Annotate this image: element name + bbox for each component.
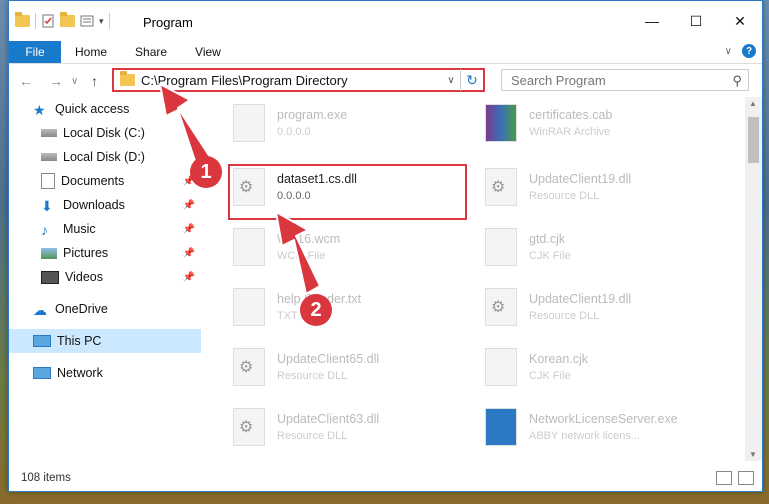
callout-1: 1 [190, 156, 222, 188]
annotation-arrows [159, 83, 321, 295]
callout-2: 2 [300, 294, 332, 326]
arrow-2 [275, 211, 321, 295]
